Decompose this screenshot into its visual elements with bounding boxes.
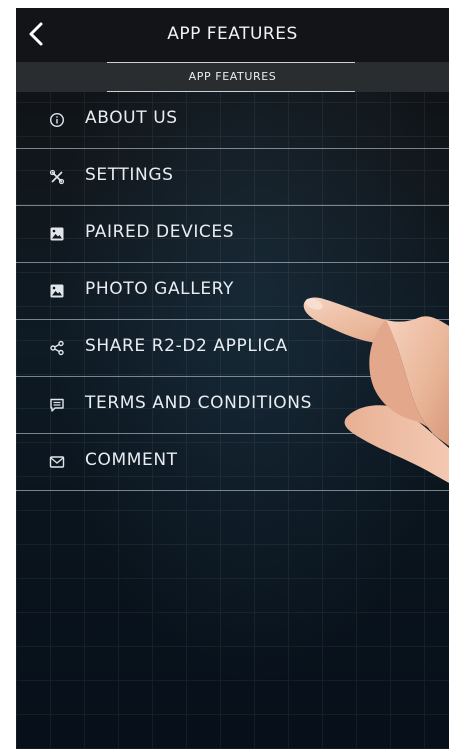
divider xyxy=(107,62,355,63)
tools-icon xyxy=(49,169,65,185)
features-menu: ABOUT US SETTINGS PAIRED DEVICES PHOTO G… xyxy=(16,92,449,491)
app-screen: APP FEATURES APP FEATURES ABOUT US SETTI… xyxy=(16,8,449,749)
section-title: APP FEATURES xyxy=(188,70,277,83)
menu-item-share-app[interactable]: SHARE R2-D2 APPLICA xyxy=(16,320,449,377)
share-icon xyxy=(49,340,65,356)
info-icon xyxy=(49,112,65,128)
menu-item-label: COMMENT xyxy=(85,450,178,470)
image-icon xyxy=(49,283,65,299)
section-header: APP FEATURES xyxy=(16,62,449,92)
menu-item-settings[interactable]: SETTINGS xyxy=(16,149,449,206)
menu-item-about-us[interactable]: ABOUT US xyxy=(16,92,449,149)
menu-item-paired-devices[interactable]: PAIRED DEVICES xyxy=(16,206,449,263)
menu-item-label: PAIRED DEVICES xyxy=(85,222,235,242)
mail-icon xyxy=(49,454,65,470)
menu-item-label: ABOUT US xyxy=(85,108,178,128)
menu-item-photo-gallery[interactable]: PHOTO GALLERY xyxy=(16,263,449,320)
menu-item-comment[interactable]: COMMENT xyxy=(16,434,449,491)
menu-item-label: PHOTO GALLERY xyxy=(85,279,234,299)
image-icon xyxy=(49,226,65,242)
menu-item-label: SHARE R2-D2 APPLICA xyxy=(85,336,288,356)
menu-item-label: TERMS AND CONDITIONS xyxy=(85,393,312,413)
top-bar: APP FEATURES xyxy=(16,8,449,62)
menu-item-label: SETTINGS xyxy=(85,165,174,185)
message-icon xyxy=(49,397,65,413)
menu-item-terms[interactable]: TERMS AND CONDITIONS xyxy=(16,377,449,434)
page-title: APP FEATURES xyxy=(167,24,298,44)
